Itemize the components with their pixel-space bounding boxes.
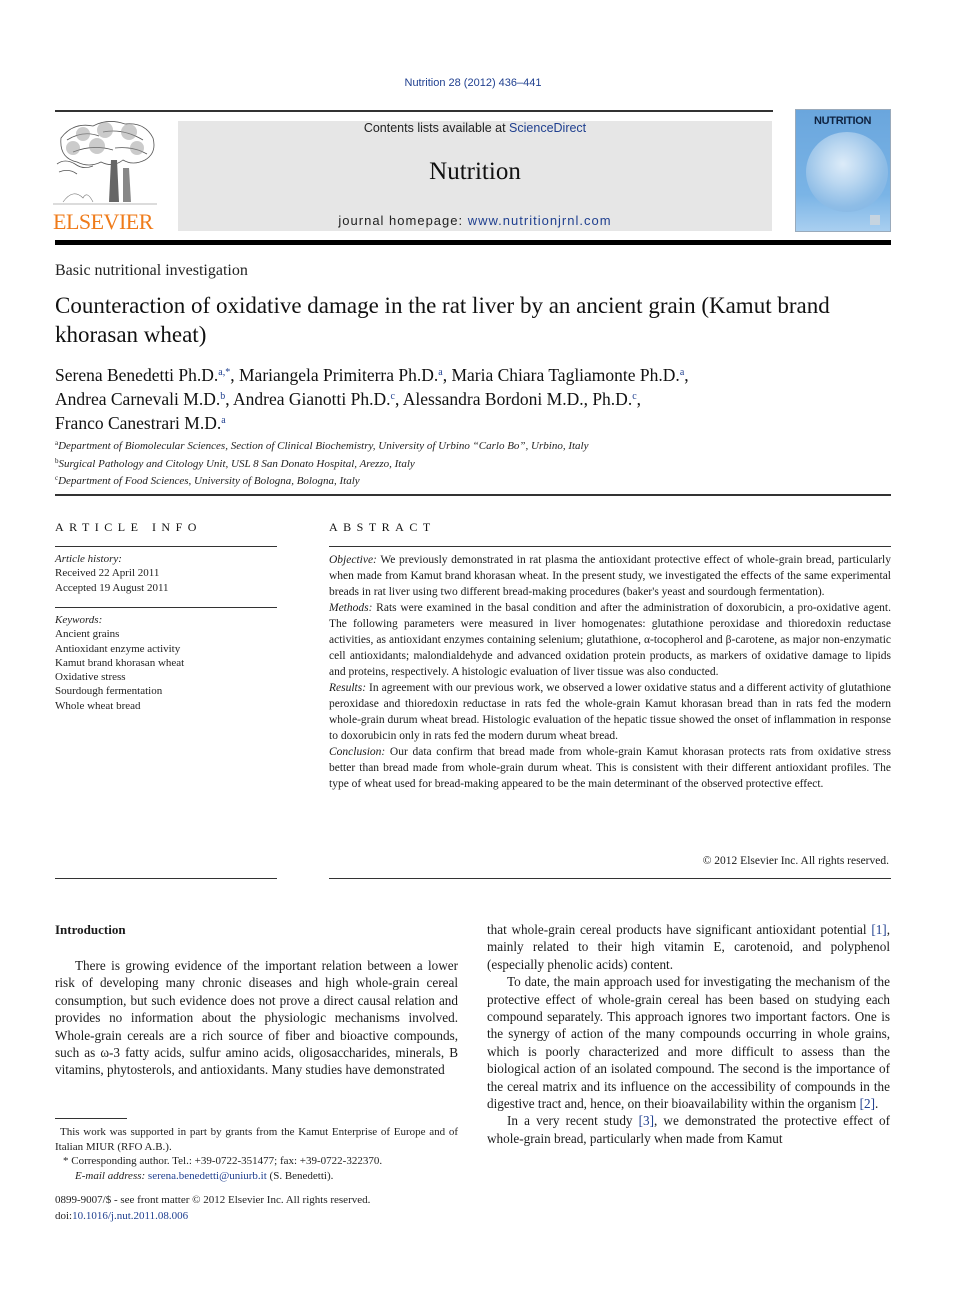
footnotes: This work was supported in part by grant…	[55, 1125, 458, 1183]
reference-link[interactable]: [1]	[871, 922, 886, 937]
elsevier-logo[interactable]: ELSEVIER	[53, 118, 157, 233]
keyword: Kamut brand khorasan wheat	[55, 656, 185, 669]
journal-cover-image[interactable]: NUTRITION	[795, 109, 891, 232]
affiliation-ref[interactable]: a,*	[218, 367, 230, 378]
author[interactable]: Andrea Gianotti Ph.D.c	[233, 389, 395, 409]
author[interactable]: Mariangela Primiterra Ph.D.a	[239, 365, 443, 385]
intro-paragraph: that whole-grain cereal products have si…	[487, 922, 890, 972]
journal-name: Nutrition	[429, 158, 521, 185]
cover-logo-icon	[870, 215, 880, 225]
keyword: Antioxidant enzyme activity	[55, 642, 181, 655]
header-rule	[55, 110, 773, 112]
article-section: Basic nutritional investigation	[55, 262, 248, 279]
affiliation: cDepartment of Food Sciences, University…	[55, 474, 360, 487]
intro-paragraph: In a very recent study [3], we demonstra…	[487, 1113, 890, 1146]
body-column-right: that whole-grain cereal products have si…	[487, 921, 890, 1147]
homepage-line: journal homepage: www.nutritionjrnl.com	[178, 213, 772, 228]
affiliation: bSurgical Pathology and Citology Unit, U…	[55, 456, 415, 470]
funding-footnote: This work was supported in part by grant…	[55, 1126, 458, 1153]
author[interactable]: Andrea Carnevali M.D.b	[55, 389, 225, 409]
globe-icon	[806, 132, 888, 212]
keywords: Keywords: Ancient grains Antioxidant enz…	[55, 613, 277, 713]
tree-icon	[53, 121, 157, 205]
elsevier-wordmark: ELSEVIER	[53, 209, 153, 234]
abstract-copyright: © 2012 Elsevier Inc. All rights reserved…	[702, 855, 889, 867]
history-label: Article history:	[55, 553, 122, 565]
divider	[55, 546, 277, 548]
affiliation-list: aDepartment of Biomolecular Sciences, Se…	[55, 436, 895, 489]
email-link[interactable]: serena.benedetti@uniurb.it	[148, 1170, 267, 1182]
reference-link[interactable]: [2]	[860, 1096, 875, 1111]
abstract-methods: Methods: Rats were examined in the basal…	[329, 602, 891, 678]
doi-link[interactable]: 10.1016/j.nut.2011.08.006	[72, 1210, 188, 1222]
issn-block: 0899-9007/$ - see front matter © 2012 El…	[55, 1193, 458, 1224]
abstract-objective: Objective: We previously demonstrated in…	[329, 554, 891, 598]
journal-masthead: Contents lists available at ScienceDirec…	[178, 121, 772, 231]
contents-prefix: Contents lists available at	[363, 121, 510, 135]
abstract-body: Objective: We previously demonstrated in…	[329, 552, 891, 792]
doi-line: doi:10.1016/j.nut.2011.08.006	[55, 1209, 189, 1222]
homepage-link[interactable]: www.nutritionjrnl.com	[468, 213, 612, 228]
issn-line: 0899-9007/$ - see front matter © 2012 El…	[55, 1194, 371, 1206]
intro-paragraph: To date, the main approach used for inve…	[487, 974, 890, 1112]
accepted-date: Accepted 19 August 2011	[55, 581, 169, 594]
divider	[329, 546, 891, 548]
article-title: Counteraction of oxidative damage in the…	[55, 293, 830, 347]
email-footnote: E-mail address: serena.benedetti@uniurb.…	[75, 1169, 334, 1182]
author[interactable]: Maria Chiara Tagliamonte Ph.D.a	[451, 365, 684, 385]
intro-paragraph: There is growing evidence of the importa…	[55, 958, 458, 1078]
cover-title: NUTRITION	[814, 115, 872, 127]
masthead-rule	[55, 240, 891, 245]
introduction-heading: Introduction	[55, 922, 126, 937]
received-date: Received 22 April 2011	[55, 567, 160, 580]
sciencedirect-link[interactable]: ScienceDirect	[509, 121, 586, 135]
author[interactable]: Franco Canestrari M.D.a	[55, 413, 226, 433]
abstract-heading: ABSTRACT	[329, 520, 436, 534]
author-list: Serena Benedetti Ph.D.a,*, Mariangela Pr…	[55, 365, 689, 433]
footnote-rule	[55, 1118, 127, 1119]
citation-link[interactable]: Nutrition 28 (2012) 436–441	[405, 77, 542, 89]
corresponding-author-footnote: * Corresponding author. Tel.: +39-0722-3…	[63, 1155, 383, 1167]
section-rule	[55, 494, 891, 496]
author[interactable]: Serena Benedetti Ph.D.a,*	[55, 365, 230, 385]
keyword: Oxidative stress	[55, 671, 126, 684]
divider	[329, 878, 891, 880]
keyword: Whole wheat bread	[55, 699, 141, 712]
homepage-prefix: journal homepage:	[338, 213, 468, 228]
abstract-results: Results: In agreement with our previous …	[329, 682, 891, 742]
article-info-heading: ARTICLE INFO	[55, 520, 202, 534]
affiliation-ref[interactable]: a	[221, 415, 225, 426]
body-column-left: There is growing evidence of the importa…	[55, 957, 458, 1079]
keyword: Ancient grains	[55, 628, 120, 641]
abstract-conclusion: Conclusion: Our data confirm that bread …	[329, 746, 891, 790]
contents-line: Contents lists available at ScienceDirec…	[178, 121, 772, 135]
reference-link[interactable]: [3]	[639, 1113, 654, 1128]
divider	[55, 607, 277, 609]
keywords-label: Keywords:	[55, 614, 103, 626]
divider	[55, 878, 277, 880]
article-history: Article history: Received 22 April 2011 …	[55, 552, 277, 595]
journal-citation[interactable]: Nutrition 28 (2012) 436–441	[0, 77, 946, 89]
keyword: Sourdough fermentation	[55, 685, 163, 698]
affiliation: aDepartment of Biomolecular Sciences, Se…	[55, 439, 589, 452]
author[interactable]: Alessandra Bordoni M.D., Ph.D.c	[403, 389, 637, 409]
